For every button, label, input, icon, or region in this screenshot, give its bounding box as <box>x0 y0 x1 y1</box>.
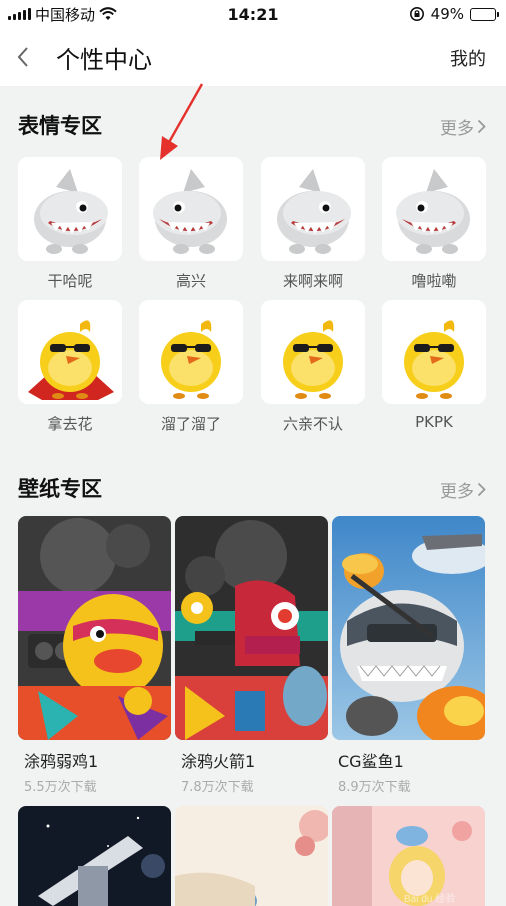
wallpaper-section-header: 壁纸专区 更多 <box>0 469 506 509</box>
sticker-label: 六亲不认 <box>282 415 343 433</box>
nav-bar: 个性中心 我的 <box>0 28 506 86</box>
page-title: 个性中心 <box>56 46 152 74</box>
wallpaper-card[interactable] <box>175 806 328 906</box>
wallpaper-name: 涂鸦火箭1 <box>181 752 256 771</box>
sticker-card[interactable]: 干哈呢 <box>18 157 122 291</box>
chick-sticker-icon <box>261 300 365 404</box>
sticker-card[interactable]: 六亲不认 <box>261 300 365 434</box>
sticker-label: 噜啦嘞 <box>411 272 457 290</box>
sticker-label: PKPK <box>415 413 453 431</box>
wallpaper-graffiti-chick-image <box>18 516 171 740</box>
sticker-card[interactable]: 噜啦嘞 <box>382 157 486 291</box>
sticker-card[interactable]: PKPK <box>382 300 486 431</box>
sticker-thumbnail <box>261 300 365 404</box>
wallpaper-downloads: 8.9万次下载 <box>338 780 411 795</box>
sticker-card[interactable]: 溜了溜了 <box>139 300 243 434</box>
shark-sticker-icon <box>18 157 122 261</box>
sticker-label: 拿去花 <box>47 415 93 433</box>
svg-text:Bai du 经验: Bai du 经验 <box>404 892 455 905</box>
wallpaper-cg-shark-image <box>332 516 485 740</box>
chick-sticker-icon <box>139 300 243 404</box>
shark-sticker-icon <box>139 157 243 261</box>
wallpaper-name: 涂鸦弱鸡1 <box>24 752 99 771</box>
wallpaper-anime-girl-image: Bai du 经验 <box>332 806 485 906</box>
wallpaper-more-label: 更多 <box>440 482 474 502</box>
sticker-more-label: 更多 <box>440 119 474 139</box>
sticker-label: 干哈呢 <box>47 272 93 290</box>
wallpaper-card[interactable]: CG鲨鱼1 8.9万次下载 <box>332 516 485 795</box>
wallpaper-downloads: 7.8万次下载 <box>181 780 254 795</box>
wallpaper-floral-image <box>175 806 328 906</box>
sticker-label: 高兴 <box>175 272 206 290</box>
annotation-arrow-icon <box>160 83 204 160</box>
chevron-left-icon <box>17 47 28 67</box>
sticker-card[interactable]: 来啊来啊 <box>261 157 365 291</box>
sticker-thumbnail <box>261 157 365 261</box>
battery-percent: 49% <box>430 5 464 23</box>
status-bar: 中国移动 14:21 49% <box>0 0 506 28</box>
chick-sticker-icon <box>382 300 486 404</box>
sticker-thumbnail <box>139 300 243 404</box>
shark-sticker-icon <box>382 157 486 261</box>
wallpaper-card[interactable]: 涂鸦火箭1 7.8万次下载 <box>175 516 328 795</box>
sticker-section-title: 表情专区 <box>18 114 102 138</box>
wallpaper-card[interactable] <box>18 806 171 906</box>
sticker-more-link[interactable]: 更多 <box>440 114 486 139</box>
sticker-card[interactable]: 拿去花 <box>18 300 122 434</box>
sticker-section-header: 表情专区 更多 <box>0 106 506 146</box>
wallpaper-card[interactable]: 涂鸦弱鸡1 5.5万次下载 <box>18 516 171 795</box>
chevron-right-icon <box>477 482 486 497</box>
sticker-thumbnail <box>18 300 122 404</box>
sticker-label: 来啊来啊 <box>282 272 343 290</box>
rotation-lock-icon <box>409 7 424 21</box>
battery-icon <box>470 7 499 21</box>
wallpaper-downloads: 5.5万次下载 <box>24 780 97 795</box>
wallpaper-more-link[interactable]: 更多 <box>440 477 486 502</box>
wallpaper-graffiti-rocket-image <box>175 516 328 740</box>
sticker-thumbnail <box>18 157 122 261</box>
status-right: 49% <box>409 5 499 23</box>
sticker-thumbnail <box>382 157 486 261</box>
wallpaper-card[interactable]: Bai du 经验 <box>332 806 485 906</box>
wallpaper-name: CG鲨鱼1 <box>338 752 404 771</box>
sticker-label: 溜了溜了 <box>160 415 221 433</box>
sticker-thumbnail <box>382 300 486 404</box>
back-button[interactable] <box>8 42 38 72</box>
chevron-right-icon <box>477 119 486 134</box>
wallpaper-section-title: 壁纸专区 <box>18 477 102 501</box>
wallpaper-telescope-image <box>18 806 171 906</box>
shark-sticker-icon <box>261 157 365 261</box>
chick-sticker-icon <box>18 300 122 404</box>
sticker-thumbnail <box>139 157 243 261</box>
sticker-card[interactable]: 高兴 <box>139 157 243 291</box>
mine-link[interactable]: 我的 <box>450 45 486 71</box>
